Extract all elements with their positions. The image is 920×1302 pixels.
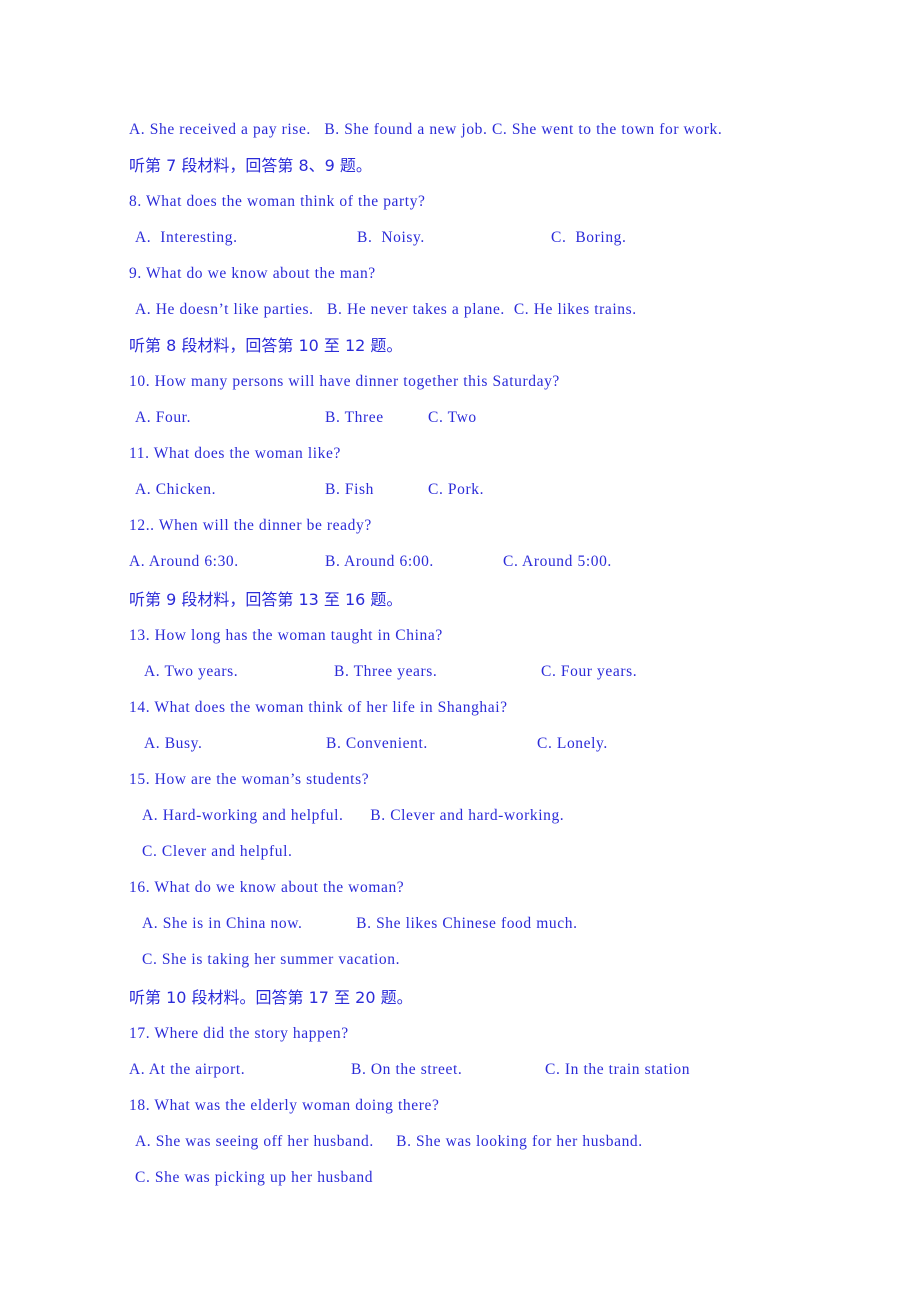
question-15-option-c: C. Clever and helpful. xyxy=(142,843,293,860)
question-8-option-b[interactable]: B. Noisy. xyxy=(357,220,425,256)
question-14-options: A. Busy. B. Convenient. C. Lonely. xyxy=(0,726,920,762)
question-15-options-ab: A. Hard-working and helpful. B. Clever a… xyxy=(142,807,565,824)
question-12-option-a[interactable]: A. Around 6:30. xyxy=(129,544,239,580)
question-8-options: A. Interesting. B. Noisy. C. Boring. xyxy=(0,220,920,256)
question-7-options: A. She received a pay rise. B. She found… xyxy=(129,121,723,138)
listening-directive-7: 听第 7 段材料，回答第 8、9 题。 xyxy=(129,156,372,175)
question-16-stem: 16. What do we know about the woman? xyxy=(129,879,405,896)
question-11-option-a[interactable]: A. Chicken. xyxy=(135,472,216,508)
listening-directive-10: 听第 10 段材料。回答第 17 至 20 题。 xyxy=(129,988,413,1007)
question-14-option-b[interactable]: B. Convenient. xyxy=(326,726,428,762)
question-14-option-c[interactable]: C. Lonely. xyxy=(537,726,608,762)
question-16-option-c: C. She is taking her summer vacation. xyxy=(142,951,401,968)
question-13-options: A. Two years. B. Three years. C. Four ye… xyxy=(0,654,920,690)
question-12-options: A. Around 6:30. B. Around 6:00. C. Aroun… xyxy=(0,544,920,580)
question-12-option-b[interactable]: B. Around 6:00. xyxy=(325,544,434,580)
question-16-options-ab: A. She is in China now. B. She likes Chi… xyxy=(142,915,578,932)
question-10-option-b[interactable]: B. Three xyxy=(325,400,384,436)
question-15-stem: 15. How are the woman’s students? xyxy=(129,771,370,788)
question-8-stem: 8. What does the woman think of the part… xyxy=(129,193,426,210)
question-12-option-c[interactable]: C. Around 5:00. xyxy=(503,544,612,580)
question-17-option-b[interactable]: B. On the street. xyxy=(351,1052,462,1088)
question-13-option-b[interactable]: B. Three years. xyxy=(334,654,437,690)
question-13-option-a[interactable]: A. Two years. xyxy=(144,654,238,690)
question-13-option-c[interactable]: C. Four years. xyxy=(541,654,637,690)
question-17-option-c[interactable]: C. In the train station xyxy=(545,1052,690,1088)
question-10-option-c[interactable]: C. Two xyxy=(428,400,477,436)
question-14-option-a[interactable]: A. Busy. xyxy=(144,726,202,762)
question-17-stem: 17. Where did the story happen? xyxy=(129,1025,349,1042)
question-8-option-a[interactable]: A. Interesting. xyxy=(135,220,238,256)
document-body: A. She received a pay rise. B. She found… xyxy=(0,112,920,1196)
question-17-option-a[interactable]: A. At the airport. xyxy=(129,1052,245,1088)
question-17-options: A. At the airport. B. On the street. C. … xyxy=(0,1052,920,1088)
question-11-options: A. Chicken. B. Fish C. Pork. xyxy=(0,472,920,508)
question-10-options: A. Four. B. Three C. Two xyxy=(0,400,920,436)
question-11-option-b[interactable]: B. Fish xyxy=(325,472,374,508)
question-8-option-c[interactable]: C. Boring. xyxy=(551,220,627,256)
question-10-option-a[interactable]: A. Four. xyxy=(135,400,191,436)
exam-page: A. She received a pay rise. B. She found… xyxy=(0,0,920,1302)
question-11-option-c[interactable]: C. Pork. xyxy=(428,472,484,508)
